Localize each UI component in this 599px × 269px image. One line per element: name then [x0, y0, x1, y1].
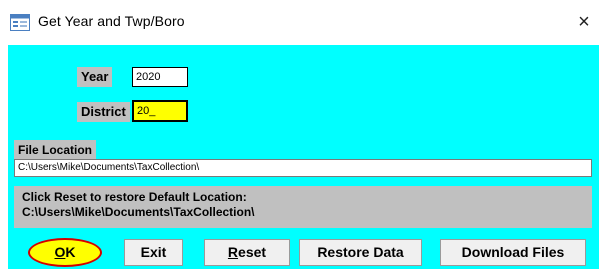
reset-info-line: Click Reset to restore Default Location:	[22, 190, 247, 204]
download-files-button[interactable]: Download Files	[440, 239, 586, 266]
restore-data-button[interactable]: Restore Data	[299, 239, 422, 266]
file-location-field[interactable]: C:\Users\Mike\Documents\TaxCollection\	[14, 159, 592, 177]
form-body: Year 2020 District 20_ File Location	[8, 45, 599, 269]
ok-button[interactable]: OK	[28, 238, 102, 267]
district-field[interactable]: 20_	[132, 100, 188, 122]
year-label: Year	[77, 67, 113, 87]
ok-label-rest: K	[65, 244, 76, 260]
window-title: Get Year and Twp/Boro	[38, 13, 185, 29]
default-location-text: C:\Users\Mike\Documents\TaxCollection\	[22, 205, 255, 219]
year-field[interactable]: 2020	[132, 67, 188, 87]
file-location-label: File Location	[14, 140, 97, 160]
title-bar: Get Year and Twp/Boro ×	[0, 0, 599, 44]
reset-mnemonic: R	[227, 244, 239, 260]
close-icon[interactable]: ×	[572, 8, 596, 36]
form-icon	[10, 14, 30, 31]
ok-mnemonic: O	[54, 244, 66, 260]
dialog-window: Get Year and Twp/Boro × Year 2020 Distri…	[0, 0, 599, 269]
reset-info-box: Click Reset to restore Default Location:…	[14, 186, 592, 228]
district-label: District	[77, 102, 130, 122]
reset-label-rest: eset	[238, 244, 267, 260]
reset-button[interactable]: Reset	[204, 239, 290, 266]
exit-button[interactable]: Exit	[124, 239, 183, 266]
